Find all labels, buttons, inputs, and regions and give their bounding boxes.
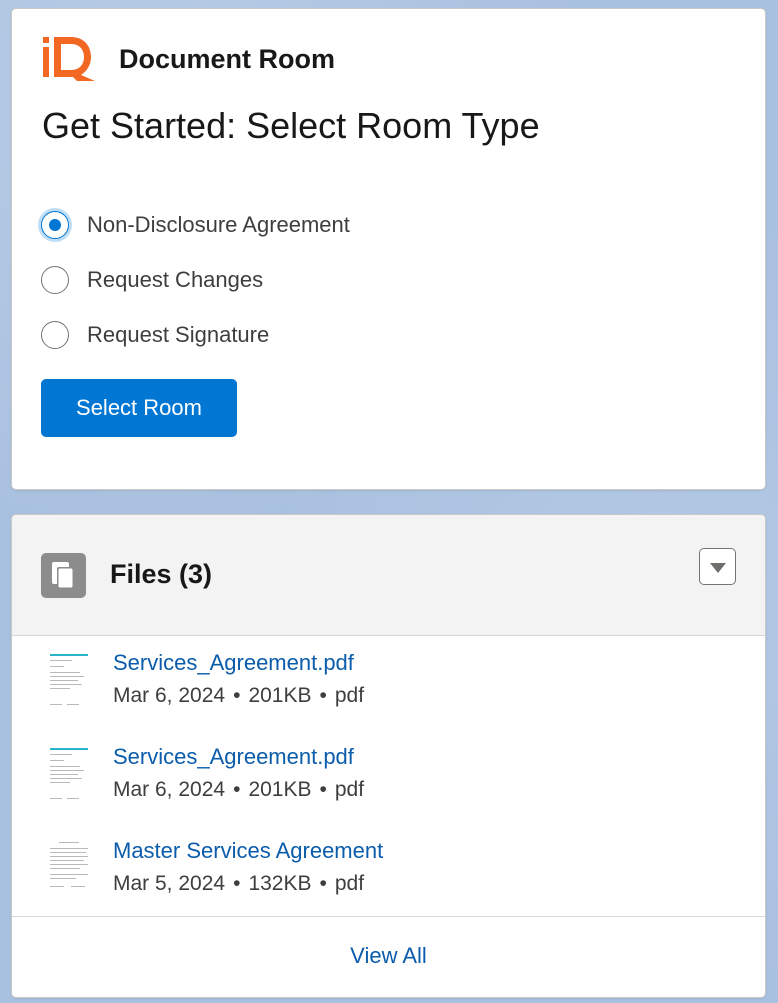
file-type: pdf [334,778,365,801]
file-size: 201KB [248,684,312,707]
document-room-card: Document Room Get Started: Select Room T… [11,8,766,490]
page-title: Get Started: Select Room Type [42,105,540,146]
file-size: 201KB [248,778,312,801]
files-card-footer: View All [12,916,765,997]
files-card-header: Files (3) [12,515,765,636]
files-title: Files (3) [110,559,213,589]
list-item: Master Services Agreement Mar 5, 2024 • 13… [12,824,765,918]
document-room-logo [41,35,97,83]
file-date: Mar 6, 2024 [113,684,226,707]
file-link[interactable]: Services_Agreement.pdf [113,650,354,676]
file-thumbnail[interactable] [47,836,92,901]
meta-separator: • [233,778,241,801]
file-type: pdf [334,684,365,707]
meta-separator: • [319,684,327,707]
file-link[interactable]: Master Services Agreement [113,838,383,864]
file-list: Services_Agreement.pdf Mar 6, 2024 • 201KB… [12,636,765,918]
file-meta: Mar 5, 2024 • 132KB • pdf [113,872,364,896]
file-meta: Mar 6, 2024 • 201KB • pdf [113,684,364,708]
meta-separator: • [233,872,241,895]
radio-option-label: Non-Disclosure Agreement [87,211,350,237]
meta-separator: • [319,872,327,895]
list-item: Services_Agreement.pdf Mar 6, 2024 • 201KB… [12,730,765,824]
radio-option-label: Request Changes [87,266,264,292]
file-date: Mar 5, 2024 [113,872,226,895]
radio-option-non-disclosure-agreement[interactable]: Non-Disclosure Agreement [41,197,350,252]
file-link[interactable]: Services_Agreement.pdf [113,744,354,770]
file-size: 132KB [248,872,312,895]
radio-button-checked[interactable] [41,210,69,239]
radio-option-request-signature[interactable]: Request Signature [41,307,350,362]
file-thumbnail[interactable] [47,648,92,713]
meta-separator: • [233,684,241,707]
select-room-button[interactable]: Select Room [41,379,237,437]
file-date: Mar 6, 2024 [113,778,226,801]
radio-option-request-changes[interactable]: Request Changes [41,252,350,307]
file-type: pdf [334,872,365,895]
list-item: Services_Agreement.pdf Mar 6, 2024 • 201KB… [12,636,765,730]
radio-button[interactable] [41,265,69,294]
files-card: Files (3) Services_Agreement.pdf Mar 6, … [11,514,766,998]
radio-button[interactable] [41,320,69,349]
meta-separator: • [319,778,327,801]
files-icon [41,553,86,598]
chevron-down-icon[interactable] [699,548,736,585]
room-type-radio-group: Non-Disclosure Agreement Request Changes… [41,197,350,362]
app-title: Document Room [119,43,335,74]
card-header: Document Room [41,35,335,83]
view-all-link[interactable]: View All [12,943,765,969]
radio-option-label: Request Signature [87,321,270,347]
file-meta: Mar 6, 2024 • 201KB • pdf [113,778,364,802]
file-thumbnail[interactable] [47,742,92,807]
